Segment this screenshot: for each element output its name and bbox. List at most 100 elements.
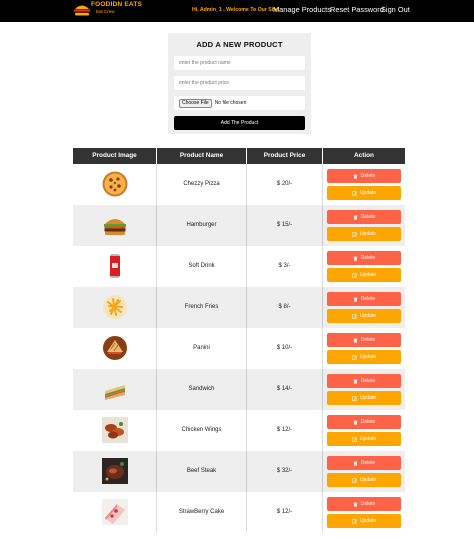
delete-label: Delete — [360, 378, 376, 384]
edit-icon — [352, 314, 357, 319]
product-name: Panini — [193, 345, 210, 351]
update-button[interactable]: Update — [327, 186, 401, 200]
product-price-cell: $ 32/- — [247, 451, 323, 492]
product-name-input[interactable] — [174, 56, 305, 70]
update-label: Update — [359, 231, 377, 237]
welcome-message: Hi, Admin_1 , Welcome To Our Site! — [192, 7, 280, 13]
product-name: StrawBerry Cake — [178, 509, 225, 515]
chicken-wings-image — [101, 416, 129, 444]
delete-label: Delete — [360, 419, 376, 425]
delete-button[interactable]: Delete — [327, 210, 401, 224]
update-button[interactable]: Update — [327, 391, 401, 405]
action-cell: Delete Update — [323, 492, 405, 533]
product-price: $ 20/- — [276, 181, 293, 187]
update-label: Update — [359, 436, 377, 442]
delete-button[interactable]: Delete — [327, 333, 401, 347]
product-image-cell — [73, 328, 157, 369]
action-cell: Delete Update — [323, 205, 405, 246]
action-cell: Delete Update — [323, 246, 405, 287]
steak-image — [101, 457, 129, 485]
product-image-cell — [73, 451, 157, 492]
product-name-cell: Panini — [157, 328, 247, 369]
table-row: Chicken Wings $ 12/- Delete Update — [73, 410, 405, 451]
product-price-cell: $ 14/- — [247, 369, 323, 410]
add-product-form: ADD A NEW PRODUCT Choose File No file ch… — [168, 33, 311, 134]
header-product-price: Product Price — [247, 148, 323, 164]
edit-icon — [352, 519, 357, 524]
file-status: No file chosen — [214, 100, 247, 106]
product-name-cell: Soft Drink — [157, 246, 247, 287]
update-button[interactable]: Update — [327, 309, 401, 323]
product-name: Hamburger — [186, 222, 217, 228]
product-price: $ 8/- — [278, 304, 291, 310]
table-row: Hamburger $ 15/- Delete Update — [73, 205, 405, 246]
trash-icon — [353, 378, 358, 384]
table-row: Panini $ 10/- Delete Update — [73, 328, 405, 369]
update-button[interactable]: Update — [327, 514, 401, 528]
action-cell: Delete Update — [323, 410, 405, 451]
edit-icon — [352, 478, 357, 483]
edit-icon — [352, 273, 357, 278]
update-label: Update — [359, 395, 377, 401]
update-button[interactable]: Update — [327, 227, 401, 241]
delete-label: Delete — [360, 337, 376, 343]
brand-tagline: Eat Crew — [96, 8, 115, 14]
product-price-input[interactable] — [174, 76, 305, 90]
fries-image — [101, 293, 129, 321]
product-name-cell: Chezzy Pizza — [157, 164, 247, 205]
product-price-cell: $ 12/- — [247, 410, 323, 451]
soda-can-image — [101, 252, 129, 280]
product-image-file-input[interactable]: Choose File No file chosen — [174, 96, 305, 110]
action-cell: Delete Update — [323, 287, 405, 328]
product-price: $ 32/- — [276, 468, 293, 474]
delete-button[interactable]: Delete — [327, 456, 401, 470]
delete-label: Delete — [360, 296, 376, 302]
delete-button[interactable]: Delete — [327, 497, 401, 511]
delete-button[interactable]: Delete — [327, 415, 401, 429]
edit-icon — [352, 396, 357, 401]
update-button[interactable]: Update — [327, 268, 401, 282]
product-image-cell — [73, 369, 157, 410]
product-price: $ 10/- — [276, 345, 293, 351]
choose-file-button[interactable]: Choose File — [179, 98, 212, 108]
product-price: $ 14/- — [276, 386, 293, 392]
table-row: StrawBerry Cake $ 12/- Delete Update — [73, 492, 405, 533]
product-name-cell: Chicken Wings — [157, 410, 247, 451]
trash-icon — [353, 173, 358, 179]
add-product-button[interactable]: Add The Product — [174, 116, 305, 130]
pizza-image — [101, 170, 129, 198]
update-label: Update — [359, 477, 377, 483]
trash-icon — [353, 460, 358, 466]
delete-button[interactable]: Delete — [327, 292, 401, 306]
nav-sign-out[interactable]: Sign Out — [381, 5, 410, 14]
delete-label: Delete — [360, 460, 376, 466]
brand[interactable]: FOODIDN EATS Eat Crew — [91, 1, 142, 14]
product-price-cell: $ 10/- — [247, 328, 323, 369]
update-button[interactable]: Update — [327, 350, 401, 364]
product-price-cell: $ 15/- — [247, 205, 323, 246]
product-image-cell — [73, 287, 157, 328]
nav-reset-password[interactable]: Reset Password — [330, 5, 384, 14]
burger-image — [101, 211, 129, 239]
update-button[interactable]: Update — [327, 473, 401, 487]
table-row: French Fries $ 8/- Delete Update — [73, 287, 405, 328]
navbar: FOODIDN EATS Eat Crew Hi, Admin_1 , Welc… — [0, 0, 474, 22]
delete-label: Delete — [360, 255, 376, 261]
delete-button[interactable]: Delete — [327, 374, 401, 388]
delete-button[interactable]: Delete — [327, 169, 401, 183]
product-name: Sandwich — [188, 386, 215, 392]
delete-button[interactable]: Delete — [327, 251, 401, 265]
trash-icon — [353, 501, 358, 507]
product-price: $ 3/- — [278, 263, 291, 269]
burger-logo-icon[interactable] — [73, 3, 91, 17]
form-title: ADD A NEW PRODUCT — [196, 40, 283, 49]
update-label: Update — [359, 190, 377, 196]
nav-manage-products[interactable]: Manage Products — [273, 5, 331, 14]
edit-icon — [352, 191, 357, 196]
cake-image — [101, 498, 129, 526]
trash-icon — [353, 296, 358, 302]
update-button[interactable]: Update — [327, 432, 401, 446]
update-label: Update — [359, 354, 377, 360]
product-price: $ 12/- — [276, 427, 293, 433]
header-product-name: Product Name — [157, 148, 247, 164]
